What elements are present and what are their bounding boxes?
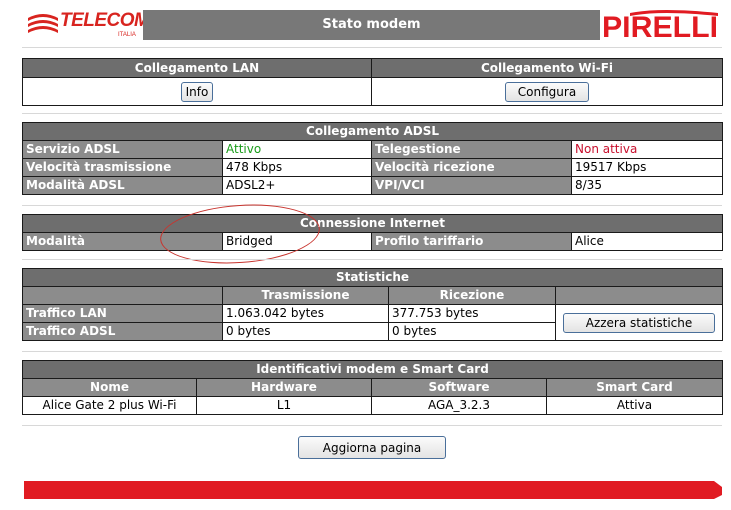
telecom-mark-icon [28,14,58,33]
divider [22,351,722,352]
adsl-service-label: Servizio ADSL [22,140,223,159]
tariff-profile-value: Alice [571,232,723,251]
reset-stats-button[interactable]: Azzera statistiche [562,312,716,333]
configura-button[interactable]: Configura [504,81,590,102]
ident-header-name: Nome [22,378,197,397]
info-button[interactable]: Info [180,81,214,102]
telecom-logo-sub: ITALIA [118,32,136,38]
table-row: Servizio ADSL Attivo Telegestione Non at… [22,140,724,159]
telegestione-value: Non attiva [570,140,724,159]
adsl-traffic-label: Traffico ADSL [22,322,223,341]
refresh-container: Aggiorna pagina [298,436,446,459]
divider [22,205,722,206]
footer-bar [24,481,708,499]
telegestione-label: Telegestione [371,140,572,159]
table-row: Alice Gate 2 plus Wi-Fi L1 AGA_3.2.3 Att… [22,396,723,415]
vpi-vci-label: VPI/VCI [371,176,572,195]
internet-table: Connessione Internet Modalità Bridged Pr… [22,214,723,251]
telecom-logo: TELECOM ITALIA [22,10,150,40]
ident-smartcard-value: Attiva [546,396,723,415]
table-row: Modalità ADSL ADSL2+ VPI/VCI 8/35 [22,176,724,195]
footer-arrow-icon [700,481,722,499]
lan-section-title: Collegamento LAN [22,58,372,78]
ident-software-value: AGA_3.2.3 [371,396,547,415]
page-title: Stato modem [143,10,600,40]
internet-section-title: Connessione Internet [22,214,723,233]
reset-cell: Azzera statistiche [555,304,723,341]
adsl-traffic-rx: 0 bytes [388,322,556,341]
divider [22,47,722,48]
stats-table: Statistiche Trasmissione Ricezione Traff… [22,268,723,341]
table-row: Velocità trasmissione 478 Kbps Velocità … [22,158,724,177]
adsl-traffic-tx: 0 bytes [222,322,389,341]
divider [22,113,722,114]
divider [22,425,722,426]
pirelli-logo: PIRELLI [600,10,722,44]
stats-header-action [555,286,723,305]
stats-header-rx: Ricezione [388,286,556,305]
ident-hardware-value: L1 [196,396,372,415]
ident-header-hardware: Hardware [196,378,372,397]
divider [22,259,722,260]
collegamento-table: Collegamento LAN Collegamento Wi-Fi Info… [22,58,723,106]
pirelli-logo-text: PIRELLI [602,11,718,40]
lan-traffic-tx: 1.063.042 bytes [222,304,389,323]
ident-section-title: Identificativi modem e Smart Card [22,360,723,379]
adsl-mode-label: Modalità ADSL [22,176,223,195]
mode-value: Bridged [222,232,372,251]
lan-cell: Info [22,77,372,106]
ident-header-software: Software [371,378,547,397]
pirelli-logo-icon: PIRELLI [602,10,718,44]
ident-table: Identificativi modem e Smart Card Nome H… [22,360,723,415]
table-row: Modalità Bridged Profilo tariffario Alic… [22,232,723,251]
adsl-section-title: Collegamento ADSL [21,122,724,141]
adsl-table: Collegamento ADSL Servizio ADSL Attivo T… [21,122,724,195]
rx-speed-value: 19517 Kbps [570,158,724,177]
wifi-cell: Configura [371,77,723,106]
stats-header-empty [22,286,223,305]
stats-header-tx: Trasmissione [222,286,389,305]
rx-speed-label: Velocità ricezione [371,158,572,177]
tx-speed-value: 478 Kbps [222,158,372,177]
lan-traffic-rx: 377.753 bytes [388,304,556,323]
lan-traffic-label: Traffico LAN [22,304,223,323]
mode-label: Modalità [22,232,223,251]
telecom-logo-text: TELECOM [60,10,150,31]
vpi-vci-value: 8/35 [570,176,724,195]
stats-section-title: Statistiche [22,268,723,287]
tx-speed-label: Velocità trasmissione [22,158,223,177]
table-row: Traffico LAN 1.063.042 bytes 377.753 byt… [22,304,723,341]
wifi-section-title: Collegamento Wi-Fi [371,58,723,78]
adsl-mode-value: ADSL2+ [222,176,372,195]
ident-name-value: Alice Gate 2 plus Wi-Fi [22,396,197,415]
tariff-profile-label: Profilo tariffario [371,232,572,251]
refresh-page-button[interactable]: Aggiorna pagina [298,436,446,459]
adsl-service-value: Attivo [222,140,372,159]
ident-header-smartcard: Smart Card [546,378,723,397]
